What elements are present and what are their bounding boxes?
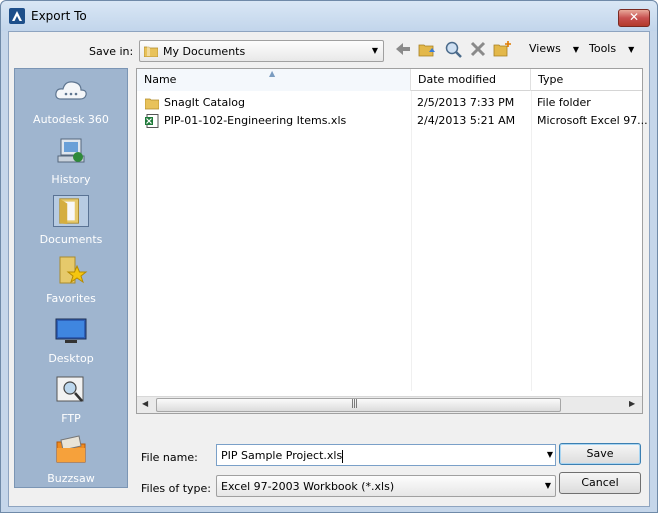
place-desktop[interactable]: Desktop (15, 310, 127, 368)
history-icon (57, 138, 85, 163)
place-favorites[interactable]: Favorites (15, 250, 127, 308)
chevron-down-icon: ▼ (371, 46, 379, 55)
excel-file-icon (145, 114, 159, 128)
delete-icon[interactable] (469, 40, 487, 58)
file-list[interactable]: ▲ Name Date modified Type SnagIt Catalog… (136, 68, 648, 414)
desktop-icon (55, 318, 87, 343)
save-in-value: My Documents (163, 45, 246, 58)
text-caret (342, 449, 344, 463)
file-type-value: Excel 97-2003 Workbook (*.xls) (221, 480, 395, 493)
scrollbar-thumb[interactable]: ||| (156, 398, 561, 412)
chevron-down-icon: ▼ (544, 481, 551, 490)
file-type: File folder (537, 96, 591, 109)
file-name-label: File name: (141, 451, 198, 464)
place-label: Favorites (46, 292, 96, 305)
sort-ascending-icon: ▲ (269, 69, 276, 78)
ftp-icon (56, 376, 84, 402)
place-buzzsaw[interactable]: Buzzsaw (15, 430, 127, 488)
autocad-app-icon (9, 8, 25, 24)
save-in-label: Save in: (89, 45, 134, 58)
tools-menu[interactable]: Tools ▼ (589, 42, 634, 55)
file-name-input[interactable]: PIP Sample Project.xls ▼ (216, 444, 556, 466)
file-date: 2/5/2013 7:33 PM (417, 96, 515, 109)
column-label: Name (144, 73, 177, 86)
place-label: History (51, 173, 91, 186)
views-menu[interactable]: Views ▼ (529, 42, 579, 55)
save-button[interactable]: Save (559, 443, 641, 465)
file-name-value: PIP Sample Project.xls (221, 449, 343, 462)
folder-icon (144, 46, 158, 57)
up-folder-icon[interactable] (418, 40, 436, 58)
column-headers: ▲ Name Date modified Type (137, 69, 642, 91)
views-label: Views (529, 42, 561, 55)
place-label: Desktop (48, 352, 94, 365)
cancel-button[interactable]: Cancel (559, 472, 641, 494)
chevron-down-icon[interactable]: ▼ (547, 450, 553, 459)
column-divider (531, 91, 532, 391)
file-type: Microsoft Excel 97... (537, 114, 648, 127)
grip-icon: ||| (351, 399, 358, 409)
file-name: SnagIt Catalog (164, 96, 245, 109)
favorites-icon (59, 256, 88, 284)
dialog-body: Save in: My Documents ▼ Views ▼ Tools ▼ … (8, 31, 650, 507)
place-ftp[interactable]: FTP (15, 370, 127, 428)
chevron-down-icon: ▼ (572, 45, 579, 54)
export-dialog: Export To ✕ Save in: My Documents ▼ View… (0, 0, 658, 513)
place-label: Buzzsaw (47, 472, 95, 485)
file-row[interactable]: PIP-01-102-Engineering Items.xls 2/4/201… (137, 112, 648, 130)
chevron-down-icon: ▼ (628, 45, 635, 54)
column-divider (411, 91, 412, 391)
file-date: 2/4/2013 5:21 AM (417, 114, 516, 127)
files-of-type-label: Files of type: (141, 482, 212, 495)
column-header-type[interactable]: Type (531, 69, 642, 91)
file-row[interactable]: SnagIt Catalog 2/5/2013 7:33 PM File fol… (137, 94, 642, 112)
column-label: Date modified (418, 73, 496, 86)
folder-icon (145, 98, 159, 110)
close-button[interactable]: ✕ (618, 9, 650, 27)
place-label: FTP (61, 412, 81, 425)
search-web-icon[interactable] (444, 40, 462, 58)
new-folder-icon[interactable] (493, 40, 511, 58)
place-label: Autodesk 360 (33, 113, 109, 126)
back-icon[interactable] (394, 40, 412, 58)
documents-icon (53, 195, 89, 227)
scroll-left-icon[interactable]: ◀ (142, 399, 148, 408)
column-header-date-modified[interactable]: Date modified (411, 69, 531, 91)
buzzsaw-icon (56, 435, 86, 463)
place-autodesk-360[interactable]: Autodesk 360 (15, 71, 127, 129)
column-label: Type (538, 73, 564, 86)
title-bar[interactable]: Export To ✕ (1, 1, 657, 31)
places-bar: Autodesk 360 History Documents Favorites… (14, 68, 128, 488)
window-title: Export To (31, 9, 87, 23)
cloud-icon (55, 81, 87, 100)
horizontal-scrollbar[interactable]: ◀ ||| ▶ (137, 396, 642, 413)
files-of-type-dropdown[interactable]: Excel 97-2003 Workbook (*.xls) ▼ (216, 475, 556, 497)
save-in-dropdown[interactable]: My Documents ▼ (139, 40, 384, 62)
place-label: Documents (39, 233, 103, 246)
scroll-right-icon[interactable]: ▶ (629, 399, 635, 408)
place-history[interactable]: History (15, 131, 127, 189)
column-header-name[interactable]: ▲ Name (137, 69, 411, 91)
file-name: PIP-01-102-Engineering Items.xls (164, 114, 347, 127)
place-documents[interactable]: Documents (15, 191, 127, 249)
tools-label: Tools (589, 42, 617, 55)
